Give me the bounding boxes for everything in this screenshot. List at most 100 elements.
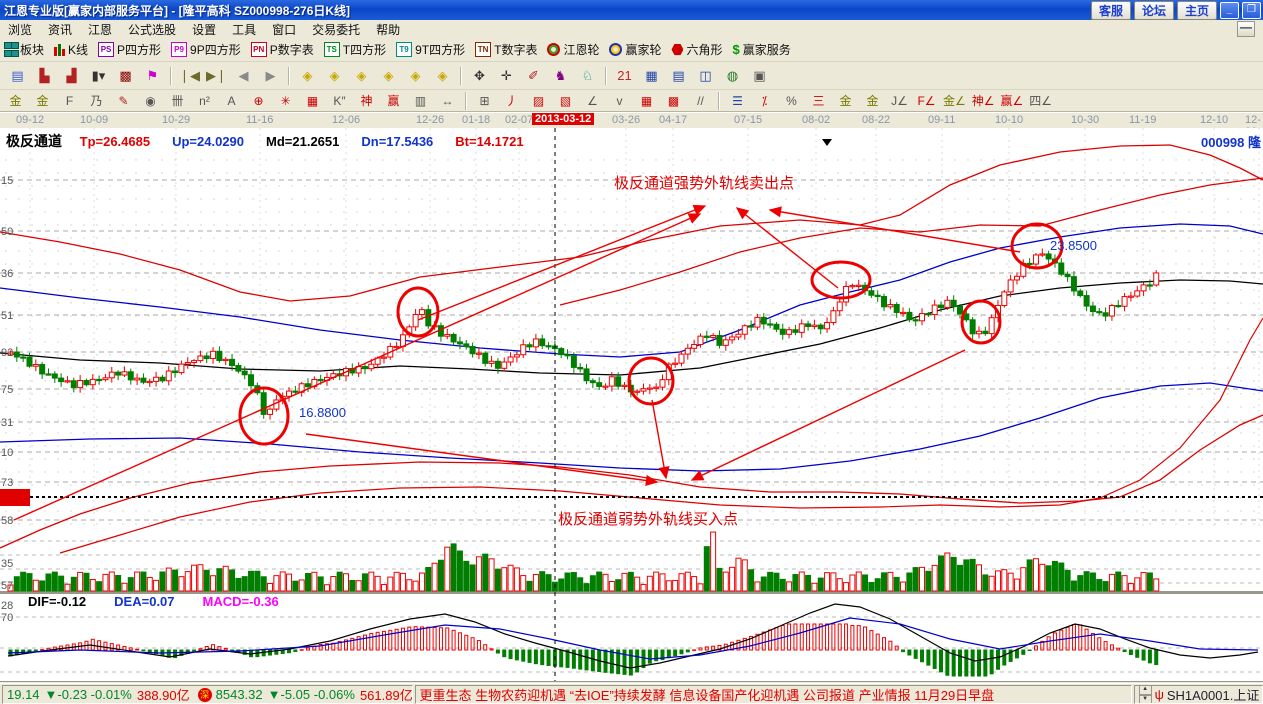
shen-angle-icon[interactable]: 神∠ <box>970 91 997 111</box>
prev-bar-icon[interactable]: ◀ <box>231 65 256 87</box>
P9-badge-icon: P9 <box>171 42 187 57</box>
a-line-icon[interactable]: A <box>219 91 244 111</box>
table-icon[interactable]: ▦ <box>639 65 664 87</box>
next-bar-icon[interactable]: ▶ <box>258 65 283 87</box>
toolbar-button-赢家轮[interactable]: 赢家轮 <box>609 41 661 58</box>
toolbar-button-9T四方形[interactable]: T99T四方形 <box>396 41 465 58</box>
tool-purple-icon[interactable]: ♞ <box>548 65 573 87</box>
print-icon[interactable]: ▣ <box>747 65 772 87</box>
tool-teal-icon[interactable]: ♘ <box>575 65 600 87</box>
grid3-icon[interactable]: ▩ <box>661 91 686 111</box>
fibonacci-icon[interactable]: F <box>57 91 82 111</box>
first-bar-icon[interactable]: ❘◀ <box>177 65 202 87</box>
menu-item-8[interactable]: 帮助 <box>368 20 408 39</box>
span-icon[interactable]: ↔ <box>435 91 460 111</box>
flag-chart-icon[interactable]: ⚑ <box>140 65 165 87</box>
toolbar-button-赢家服务[interactable]: $赢家服务 <box>733 41 791 58</box>
date-axis[interactable]: 2013-03-12 09-1210-0910-2911-1612-0612-2… <box>0 112 1263 129</box>
red-grid-icon[interactable]: ▦ <box>300 91 325 111</box>
vee-icon[interactable]: v <box>607 91 632 111</box>
minimize-button[interactable]: _ <box>1220 2 1239 19</box>
mdi-minimize-button[interactable]: — <box>1237 21 1255 37</box>
matrix-icon[interactable]: ▩ <box>113 65 138 87</box>
menu-item-7[interactable]: 交易委托 <box>304 20 368 39</box>
spiral-icon[interactable]: 乃 <box>84 91 109 111</box>
four-angle-icon[interactable]: 四∠ <box>1027 91 1054 111</box>
toolbar-button-P数字表[interactable]: PNP数字表 <box>251 41 314 58</box>
pencil-icon[interactable]: ✎ <box>111 91 136 111</box>
toolbar-button-P四方形[interactable]: PSP四方形 <box>98 41 161 58</box>
fan-lines-icon[interactable]: 丿 <box>499 91 524 111</box>
PN-badge-icon: PN <box>251 42 267 57</box>
menu-item-3[interactable]: 公式选股 <box>120 20 184 39</box>
zoom-diamond-3-icon[interactable]: ◈ <box>349 65 374 87</box>
crosshair-icon[interactable]: ✛ <box>494 65 519 87</box>
levels-icon[interactable]: ☰ <box>725 91 750 111</box>
angle-icon[interactable]: ∠ <box>580 91 605 111</box>
toolbar-button-六角形[interactable]: 六角形 <box>671 41 722 58</box>
chart-9-icon[interactable]: ▟ <box>59 65 84 87</box>
last-bar-icon[interactable]: ▶❘ <box>204 65 229 87</box>
slashes-icon[interactable]: // <box>688 91 713 111</box>
gold-gann-2-icon[interactable]: 金 <box>30 91 55 111</box>
gold-circle-icon[interactable]: 金 <box>833 91 858 111</box>
toolbar-button-板块[interactable]: 板块 <box>4 41 44 58</box>
shen-icon[interactable]: 神 <box>354 91 379 111</box>
menu-item-6[interactable]: 窗口 <box>264 20 304 39</box>
calendar-21-icon[interactable]: 21 <box>612 65 637 87</box>
zoom-diamond-6-icon[interactable]: ◈ <box>430 65 455 87</box>
hatch-grid-icon[interactable]: ▧ <box>553 91 578 111</box>
menu-item-5[interactable]: 工具 <box>224 20 264 39</box>
toolbar-button-江恩轮[interactable]: 江恩轮 <box>547 41 599 58</box>
ying-icon[interactable]: 赢 <box>381 91 406 111</box>
current-symbol-cell[interactable]: ▲▼ ψ SH1A0001.上证 <box>1134 685 1263 704</box>
service-button[interactable]: 客服 <box>1091 1 1131 20</box>
zoom-diamond-5-icon[interactable]: ◈ <box>403 65 428 87</box>
frame-icon[interactable]: ⊞ <box>472 91 497 111</box>
angle-measure-icon[interactable]: ✐ <box>521 65 546 87</box>
web-icon[interactable]: ◍ <box>720 65 745 87</box>
forum-button[interactable]: 论坛 <box>1134 1 1174 20</box>
homepage-button[interactable]: 主页 <box>1177 1 1217 20</box>
j-angle-icon[interactable]: J∠ <box>887 91 912 111</box>
shade-grid-icon[interactable]: ▨ <box>526 91 551 111</box>
toolbar-button-K线[interactable]: K线 <box>54 41 88 58</box>
n2-icon[interactable]: n² <box>192 91 217 111</box>
maximize-button[interactable]: ❐ <box>1242 2 1261 19</box>
star-grid-icon[interactable]: ✳ <box>273 91 298 111</box>
candle-type-icon[interactable]: ▮▾ <box>86 65 111 87</box>
menu-item-1[interactable]: 资讯 <box>40 20 80 39</box>
target-icon[interactable]: ⊕ <box>246 91 271 111</box>
toolbar-button-9P四方形[interactable]: P99P四方形 <box>171 41 241 58</box>
toolbar-button-T四方形[interactable]: TST四方形 <box>324 41 386 58</box>
save-icon[interactable]: ◫ <box>693 65 718 87</box>
menu-item-2[interactable]: 江恩 <box>80 20 120 39</box>
three-icon[interactable]: 三 <box>806 91 831 111</box>
percent-line-icon[interactable]: ⁒ <box>752 91 777 111</box>
f-angle-icon[interactable]: F∠ <box>914 91 939 111</box>
gold-line-icon[interactable]: 金 <box>860 91 885 111</box>
menu-item-0[interactable]: 浏览 <box>0 20 40 39</box>
ruler-grid-icon[interactable]: ▥ <box>408 91 433 111</box>
gold-gann-1-icon[interactable]: 金 <box>3 91 28 111</box>
compass-icon[interactable]: ◉ <box>138 91 163 111</box>
report-icon[interactable]: ▤ <box>666 65 691 87</box>
notes-icon[interactable]: ▤ <box>5 65 30 87</box>
date-highlight: 2013-03-12 <box>532 113 594 125</box>
chart-3-icon[interactable]: ▙ <box>32 65 57 87</box>
zoom-diamond-2-icon[interactable]: ◈ <box>322 65 347 87</box>
percent-icon[interactable]: % <box>779 91 804 111</box>
k-mark-icon[interactable]: K″ <box>327 91 352 111</box>
ying-angle-icon[interactable]: 赢∠ <box>999 91 1026 111</box>
chart-client-area[interactable]: 1550365192753110735835572870 极反通道 Tp=26.… <box>0 128 1263 682</box>
fence-icon[interactable]: 卌 <box>165 91 190 111</box>
toolbar-button-T数字表[interactable]: TNT数字表 <box>475 41 537 58</box>
gold-angle-icon[interactable]: 金∠ <box>941 91 968 111</box>
spinner-control[interactable]: ▲▼ <box>1139 685 1152 704</box>
grid2-icon[interactable]: ▦ <box>634 91 659 111</box>
menu-item-4[interactable]: 设置 <box>184 20 224 39</box>
news-ticker[interactable]: 更重生态 生物农药迎机遇 “去IOE”持续发酵 信息设备国产化迎机遇 公司报道 … <box>415 685 1132 704</box>
pan-hand-icon[interactable]: ✥ <box>467 65 492 87</box>
zoom-diamond-1-icon[interactable]: ◈ <box>295 65 320 87</box>
zoom-diamond-4-icon[interactable]: ◈ <box>376 65 401 87</box>
